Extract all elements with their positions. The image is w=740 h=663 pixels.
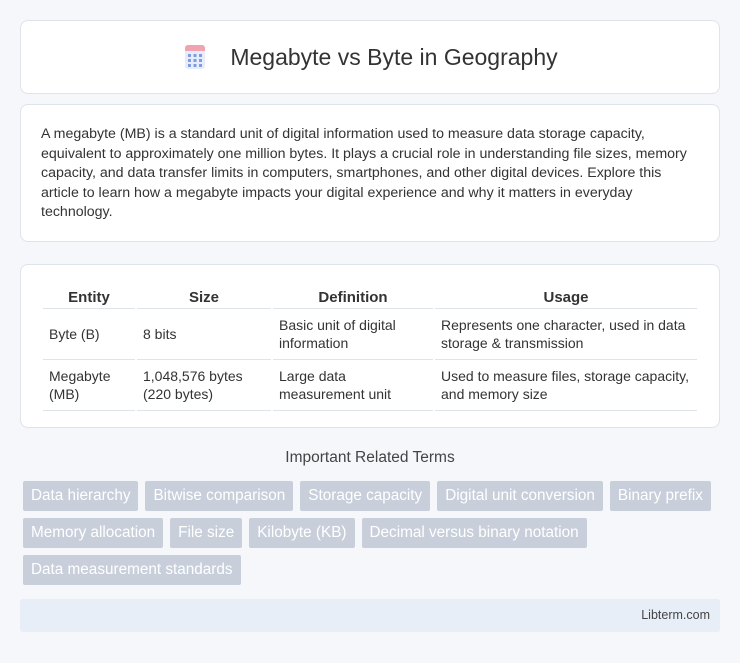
column-header-usage: Usage [435,285,697,309]
header-card: Megabyte vs Byte in Geography [20,20,720,94]
table-header-row: Entity Size Definition Usage [43,285,697,309]
footer-site-link[interactable]: Libterm.com [641,608,710,622]
table-cell-usage: Used to measure files, storage capacity,… [435,360,697,411]
table-card: Entity Size Definition Usage Byte (B) 8 … [20,264,720,428]
related-term-tag[interactable]: Memory allocation [23,518,164,548]
table-cell-size: 8 bits [137,309,271,360]
table-cell-size: 1,048,576 bytes (220 bytes) [137,360,271,411]
table-cell-entity: Megabyte (MB) [43,360,135,411]
related-terms-title: Important Related Terms [285,449,455,466]
table-cell-definition: Large data measurement unit [273,360,433,411]
table-cell-usage: Represents one character, used in data s… [435,309,697,360]
related-term-tag[interactable]: Bitwise comparison [145,481,294,511]
related-term-tag[interactable]: Data measurement standards [23,555,241,585]
related-term-tag[interactable]: Binary prefix [609,481,711,511]
column-header-entity: Entity [43,285,135,309]
calculator-icon [182,44,208,70]
footer: Libterm.com [20,599,720,632]
column-header-definition: Definition [273,285,433,309]
related-term-tag[interactable]: Decimal versus binary notation [361,518,587,548]
related-term-tag[interactable]: Data hierarchy [23,481,139,511]
column-header-size: Size [137,285,271,309]
table-row: Megabyte (MB) 1,048,576 bytes (220 bytes… [43,360,697,411]
page-title: Megabyte vs Byte in Geography [230,43,558,70]
related-term-tag[interactable]: File size [170,518,243,548]
related-terms-list: Data hierarchy Bitwise comparison Storag… [23,481,723,592]
table-row: Byte (B) 8 bits Basic unit of digital in… [43,309,697,360]
intro-text: A megabyte (MB) is a standard unit of di… [41,126,687,220]
intro-card: A megabyte (MB) is a standard unit of di… [20,104,720,242]
related-term-tag[interactable]: Storage capacity [300,481,431,511]
table-cell-definition: Basic unit of digital information [273,309,433,360]
related-term-tag[interactable]: Digital unit conversion [437,481,603,511]
comparison-table: Entity Size Definition Usage Byte (B) 8 … [41,285,699,411]
related-term-tag[interactable]: Kilobyte (KB) [249,518,355,548]
table-cell-entity: Byte (B) [43,309,135,360]
